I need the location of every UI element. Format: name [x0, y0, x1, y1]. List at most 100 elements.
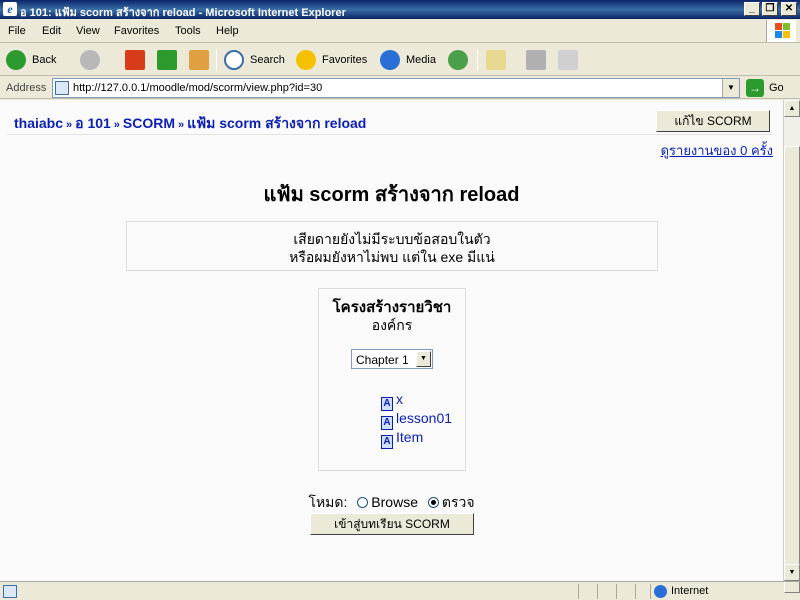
address-input[interactable]: http://127.0.0.1/moodle/mod/scorm/view.p… — [52, 78, 740, 98]
window-title-bar: e อ 101: แฟ้ม scorm สร้างจาก reload - Mi… — [0, 0, 800, 19]
print-button[interactable] — [524, 48, 548, 72]
menu-favorites[interactable]: Favorites — [114, 25, 159, 37]
status-cell — [578, 584, 596, 599]
scroll-thumb[interactable] — [784, 146, 800, 593]
summary-line-2: หรือผมยังหาไม่พบ แต่ใน exe มีแน่ — [289, 249, 495, 265]
address-label: Address — [6, 82, 47, 94]
back-button[interactable]: Back — [4, 48, 74, 72]
stop-icon — [125, 50, 145, 70]
back-arrow-icon — [6, 50, 26, 70]
history-icon — [448, 50, 468, 70]
breadcrumb-site[interactable]: thaiabc — [14, 115, 63, 131]
go-arrow-icon: → — [746, 79, 764, 97]
history-button[interactable] — [446, 48, 470, 72]
favorites-button[interactable]: Favorites — [294, 48, 372, 72]
edit-page-icon — [558, 50, 578, 70]
summary-box: เสียดายยังไม่มีระบบข้อสอบในตัว หรือผมยัง… — [126, 221, 658, 271]
breadcrumb-separator: » — [178, 119, 185, 131]
vertical-scrollbar[interactable]: ▲ ▼ — [783, 100, 800, 593]
stop-button[interactable] — [124, 48, 146, 72]
breadcrumb-scorm[interactable]: SCORM — [123, 115, 175, 131]
menu-bar: File Edit View Favorites Tools Help — [0, 19, 800, 43]
sco-item-label: x — [396, 391, 403, 407]
page-status-icon — [3, 585, 17, 598]
page-icon — [55, 81, 69, 95]
chapter-select[interactable]: Chapter 1 ▼ — [351, 349, 433, 369]
asset-icon: A — [381, 435, 393, 449]
sco-item-label: Item — [396, 429, 424, 445]
summary-line-1: เสียดายยังไม่มีระบบข้อสอบในตัว — [293, 231, 491, 247]
mode-label: โหมด: — [308, 494, 348, 510]
forward-arrow-icon — [80, 50, 100, 70]
toolbar-separator — [477, 50, 478, 70]
star-icon — [296, 50, 316, 70]
edit-scorm-button[interactable]: แก้ไข SCORM — [656, 110, 770, 132]
scroll-down-icon[interactable]: ▼ — [784, 564, 800, 581]
toolbar: Back Search Favorites Media — [0, 44, 800, 76]
asset-icon: A — [381, 416, 393, 430]
chapter-select-value: Chapter 1 — [356, 353, 409, 367]
zone-label: Internet — [671, 585, 709, 597]
organization-label: องค์กร — [371, 317, 413, 333]
globe-icon — [654, 585, 667, 598]
chevron-down-icon[interactable]: ▼ — [416, 351, 431, 367]
search-button[interactable]: Search — [222, 48, 288, 72]
sco-item-item[interactable]: A Item — [381, 429, 424, 449]
enter-scorm-button[interactable]: เข้าสู่บทเรียน SCORM — [310, 513, 474, 535]
menu-file[interactable]: File — [8, 25, 26, 37]
mode-row: โหมด: Browse ตรวจ — [0, 492, 783, 514]
breadcrumb-separator: » — [66, 119, 73, 131]
view-reports-link[interactable]: ดูรายงานของ 0 ครั้ง — [661, 140, 773, 161]
restore-button[interactable]: ❐ — [762, 2, 778, 16]
status-bar: Internet — [0, 581, 800, 600]
media-label: Media — [406, 54, 436, 66]
sco-item-lesson01[interactable]: Alesson01 — [381, 410, 453, 430]
refresh-button[interactable] — [156, 48, 178, 72]
home-button[interactable] — [188, 48, 210, 72]
breadcrumb-separator: » — [113, 119, 120, 131]
asset-icon: A — [381, 397, 393, 411]
refresh-icon — [157, 50, 177, 70]
course-structure-box: โครงสร้างรายวิชา องค์กร Chapter 1 ▼ Ax A… — [318, 288, 466, 471]
status-cell — [597, 584, 615, 599]
menu-help[interactable]: Help — [216, 25, 239, 37]
sco-item-x[interactable]: Ax — [381, 391, 403, 411]
mode-browse-radio[interactable] — [357, 497, 369, 508]
search-label: Search — [250, 54, 285, 66]
minimize-button[interactable]: _ — [744, 2, 760, 16]
address-bar: Address http://127.0.0.1/moodle/mod/scor… — [0, 77, 800, 99]
mode-review-label[interactable]: ตรวจ — [442, 494, 475, 510]
forward-button[interactable] — [78, 48, 116, 72]
breadcrumb: thaiabc» อ 101» SCORM» แฟ้ม scorm สร้างจาก … — [14, 113, 366, 135]
mode-browse-label[interactable]: Browse — [371, 494, 418, 510]
edit-page-button[interactable] — [556, 48, 580, 72]
mode-review-radio[interactable] — [427, 497, 439, 508]
scroll-up-icon[interactable]: ▲ — [784, 100, 800, 117]
go-button[interactable]: → Go — [744, 78, 796, 98]
sco-item-label: lesson01 — [396, 410, 453, 426]
mail-button[interactable] — [484, 48, 516, 72]
security-zone: Internet — [650, 584, 798, 599]
breadcrumb-current: แฟ้ม scorm สร้างจาก reload — [187, 115, 367, 131]
nav-bar: thaiabc» อ 101» SCORM» แฟ้ม scorm สร้างจาก … — [7, 104, 773, 135]
status-cell — [635, 584, 649, 599]
status-cell — [616, 584, 634, 599]
menu-edit[interactable]: Edit — [42, 25, 61, 37]
go-label: Go — [769, 82, 784, 94]
favorites-label: Favorites — [322, 54, 368, 66]
media-button[interactable]: Media — [378, 48, 440, 72]
breadcrumb-course[interactable]: อ 101 — [75, 115, 111, 131]
home-icon — [189, 50, 209, 70]
windows-flag-icon — [766, 20, 796, 42]
close-button[interactable]: ✕ — [781, 2, 797, 16]
search-icon — [224, 50, 244, 70]
page-title: แฟ้ม scorm สร้างจาก reload — [263, 184, 520, 206]
page-viewport: thaiabc» อ 101» SCORM» แฟ้ม scorm สร้างจาก … — [0, 100, 783, 581]
menu-view[interactable]: View — [76, 25, 100, 37]
ie-logo-icon: e — [3, 2, 17, 16]
menu-tools[interactable]: Tools — [175, 25, 201, 37]
address-dropdown-icon[interactable]: ▼ — [722, 79, 739, 97]
mail-icon — [486, 50, 506, 70]
address-url: http://127.0.0.1/moodle/mod/scorm/view.p… — [73, 82, 323, 94]
printer-icon — [526, 50, 546, 70]
